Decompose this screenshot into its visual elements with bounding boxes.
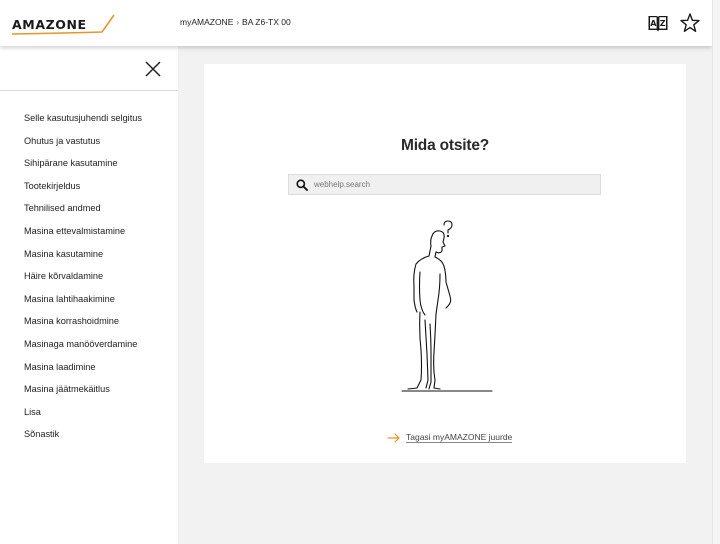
sidebar-item-intended-use[interactable]: Sihipärane kasutamine	[0, 156, 178, 179]
svg-text:Z: Z	[660, 19, 666, 28]
sidebar-item-safety[interactable]: Ohutus ja vastutus	[0, 134, 178, 157]
sidebar-item-maneuvering[interactable]: Masinaga manööverdamine	[0, 337, 178, 360]
sidebar-item-disposal[interactable]: Masina jäätmekäitlus	[0, 382, 178, 405]
close-icon[interactable]	[144, 60, 162, 78]
logo-text: AMAZONE	[12, 17, 87, 32]
top-bar: AMAZONE myAMAZONE › BA Z6-TX 00 A Z	[0, 0, 712, 46]
content-card: Mida otsite? Tagasi myAMAZONE juurde	[204, 64, 686, 463]
sidebar-item-usage[interactable]: Masina kasutamine	[0, 247, 178, 270]
thinking-person-illustration	[401, 220, 493, 392]
sidebar-item-explanation[interactable]: Selle kasutusjuhendi selgitus	[0, 111, 178, 134]
sidebar-item-product-description[interactable]: Tootekirjeldus	[0, 179, 178, 202]
sidebar-item-appendix[interactable]: Lisa	[0, 405, 178, 428]
sidebar-item-glossary[interactable]: Sõnastik	[0, 427, 178, 450]
breadcrumb: myAMAZONE › BA Z6-TX 00	[180, 17, 291, 27]
page-scrollbar[interactable]	[712, 0, 720, 544]
svg-text:A: A	[650, 19, 657, 28]
sidebar-item-loading[interactable]: Masina laadimine	[0, 360, 178, 383]
glossary-book-icon[interactable]: A Z	[647, 12, 669, 34]
sidebar-item-maintenance[interactable]: Masina korrashoidmine	[0, 314, 178, 337]
sidebar-item-troubleshooting[interactable]: Häire kõrvaldamine	[0, 269, 178, 292]
search-input[interactable]	[314, 177, 594, 192]
sidebar: Selle kasutusjuhendi selgitus Ohutus ja …	[0, 46, 178, 544]
favorite-star-icon[interactable]	[679, 12, 701, 34]
breadcrumb-item-home[interactable]: myAMAZONE	[180, 17, 233, 27]
amazone-logo[interactable]: AMAZONE	[10, 13, 118, 37]
breadcrumb-item-current[interactable]: BA Z6-TX 00	[242, 17, 291, 27]
search-icon	[296, 179, 308, 191]
sidebar-item-uncoupling[interactable]: Masina lahtihaakimine	[0, 292, 178, 315]
back-link-label: Tagasi myAMAZONE juurde	[406, 432, 513, 443]
sidebar-header	[0, 46, 178, 91]
sidebar-item-preparation[interactable]: Masina ettevalmistamine	[0, 224, 178, 247]
back-to-myamazone-link[interactable]: Tagasi myAMAZONE juurde	[387, 432, 513, 443]
sidebar-menu: Selle kasutusjuhendi selgitus Ohutus ja …	[0, 91, 178, 450]
sidebar-item-technical-data[interactable]: Tehnilised andmed	[0, 201, 178, 224]
breadcrumb-separator-icon: ›	[236, 17, 240, 27]
search-box[interactable]	[288, 174, 601, 195]
page-title: Mida otsite?	[400, 137, 490, 154]
arrow-right-icon	[387, 432, 400, 443]
